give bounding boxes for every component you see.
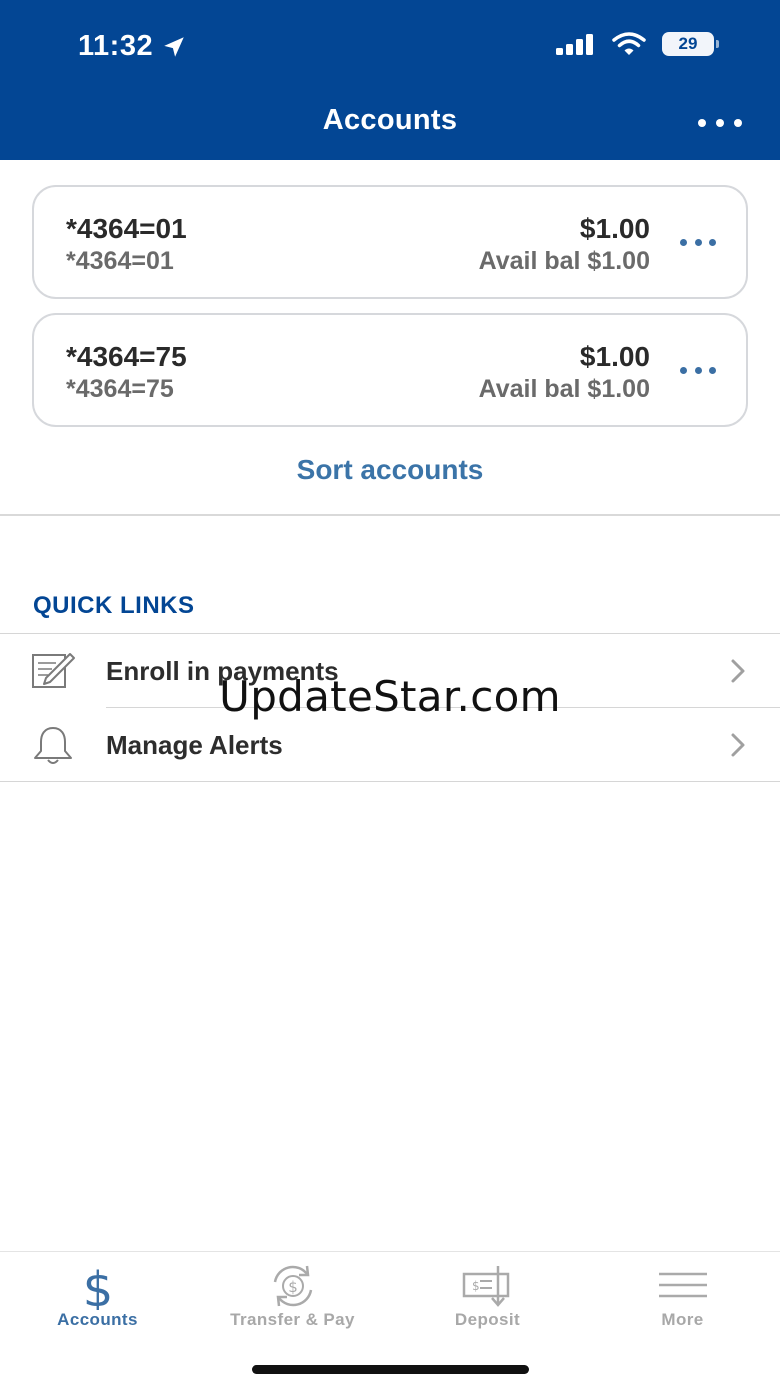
watermark-text: UpdateStar.com <box>219 672 561 721</box>
cellular-signal-icon <box>556 34 593 55</box>
account-name: *4364=75 <box>66 341 187 372</box>
app-header: 11:32 29 Accounts <box>0 0 780 160</box>
hamburger-menu-icon <box>658 1272 707 1298</box>
available-balance: Avail bal $1.00 <box>478 375 650 403</box>
account-number: *4364=75 <box>66 375 174 403</box>
svg-text:$: $ <box>288 1278 298 1296</box>
location-arrow-icon <box>164 36 184 57</box>
check-deposit-icon: $ <box>462 1266 509 1307</box>
tab-label: More <box>661 1310 704 1329</box>
dollar-icon: $ <box>82 1262 113 1310</box>
tab-deposit[interactable]: $ Deposit <box>390 1252 585 1352</box>
tab-more[interactable]: More <box>585 1252 780 1352</box>
tab-label: Accounts <box>57 1310 138 1329</box>
header-more-button[interactable] <box>698 108 742 138</box>
account-more-button[interactable] <box>680 239 716 247</box>
dot <box>694 367 702 374</box>
dot <box>709 239 716 246</box>
home-indicator[interactable] <box>252 1365 529 1374</box>
tab-label: Deposit <box>454 1310 521 1329</box>
account-card[interactable]: *4364=75 *4364=75 $1.00 Avail bal $1.00 <box>32 313 748 427</box>
account-number: *4364=01 <box>66 247 174 275</box>
tab-transfer-pay[interactable]: $ Transfer & Pay <box>195 1252 390 1352</box>
sort-accounts-link[interactable]: Sort accounts <box>0 454 780 486</box>
dot <box>716 119 724 127</box>
account-card[interactable]: *4364=01 *4364=01 $1.00 Avail bal $1.00 <box>32 185 748 299</box>
divider <box>0 781 780 782</box>
dot <box>709 367 716 374</box>
page-title: Accounts <box>322 104 458 136</box>
svg-text:$: $ <box>82 1262 113 1310</box>
tab-label: Transfer & Pay <box>230 1310 355 1329</box>
quick-link-label: Manage Alerts <box>106 730 283 760</box>
status-bar-time: 11:32 <box>78 30 187 63</box>
account-balance: $1.00 <box>579 341 650 372</box>
status-bar-indicators: 29 <box>556 32 719 56</box>
dot <box>698 119 706 127</box>
quick-links-heading: QUICK LINKS <box>33 592 195 619</box>
account-balance: $1.00 <box>579 213 650 244</box>
tab-accounts[interactable]: $ Accounts <box>0 1252 195 1352</box>
dot <box>694 239 702 246</box>
account-more-button[interactable] <box>680 367 716 375</box>
dot <box>680 239 687 246</box>
bell-icon <box>34 727 72 764</box>
battery-indicator: 29 <box>662 32 719 56</box>
available-balance: Avail bal $1.00 <box>478 247 650 275</box>
section-divider <box>0 514 780 516</box>
dot <box>734 119 742 127</box>
transfer-pay-icon: $ <box>273 1265 312 1307</box>
account-name: *4364=01 <box>66 213 187 244</box>
svg-text:$: $ <box>472 1279 480 1293</box>
chevron-right-icon <box>731 733 745 757</box>
dot <box>680 367 687 374</box>
wifi-icon <box>612 32 646 55</box>
